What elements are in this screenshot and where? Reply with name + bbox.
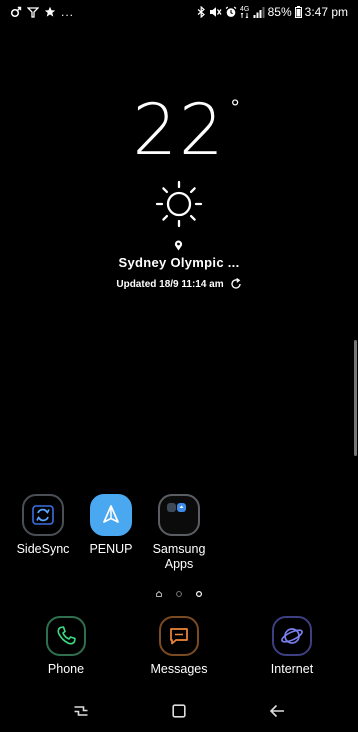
more-notifications: ...	[61, 5, 75, 19]
recent-apps-icon[interactable]	[70, 700, 92, 722]
navigation-bar	[0, 688, 358, 732]
dock-phone[interactable]: Phone	[26, 616, 106, 677]
back-icon[interactable]	[266, 700, 288, 722]
star-icon	[44, 6, 56, 18]
refresh-icon[interactable]	[230, 278, 242, 290]
signal-icon	[253, 6, 265, 18]
page-indicator	[0, 584, 358, 598]
mars-icon	[10, 6, 22, 18]
dock-label: Internet	[270, 662, 314, 676]
lte-icon: 4G	[240, 6, 250, 18]
home-icon[interactable]	[168, 700, 190, 722]
temperature-display: 22 °	[132, 95, 239, 165]
dock-internet[interactable]: Internet	[252, 616, 332, 677]
weather-updated-row: Updated 18/9 11:14 am	[0, 278, 358, 290]
dock-messages[interactable]: Messages	[139, 616, 219, 677]
wifi-calling-icon	[27, 6, 39, 18]
location-pin-icon	[174, 238, 183, 256]
internet-icon	[272, 616, 312, 656]
battery-percent: 85%	[267, 5, 292, 19]
sidesync-icon	[22, 494, 64, 536]
status-bar-left: ...	[10, 5, 74, 19]
home-page-indicator-icon[interactable]	[156, 584, 162, 597]
weather-updated-text: Updated 18/9 11:14 am	[116, 278, 224, 290]
temperature: 22	[132, 89, 226, 171]
mute-icon	[209, 6, 222, 18]
alarm-icon	[225, 6, 237, 18]
penup-icon	[90, 494, 132, 536]
page-dot[interactable]	[176, 584, 182, 597]
status-bar: ... 4G 85% 3:47 pm	[0, 0, 358, 28]
messages-icon	[159, 616, 199, 656]
weather-location: Sydney Olympic ...	[118, 255, 240, 270]
app-label: Samsung Apps	[152, 542, 206, 571]
app-samsung-apps[interactable]: Samsung Apps	[139, 494, 219, 572]
page-dot-active[interactable]	[195, 584, 203, 598]
bluetooth-icon	[197, 6, 206, 18]
weather-widget[interactable]: 22 ° Sydney Olympic ... Updated 18/9 11:…	[0, 95, 358, 290]
sun-icon	[154, 179, 204, 234]
phone-icon	[46, 616, 86, 656]
battery-icon	[294, 6, 302, 18]
samsung-apps-icon	[158, 494, 200, 536]
clock: 3:47 pm	[304, 5, 348, 19]
edge-panel-handle[interactable]	[354, 340, 357, 456]
status-bar-right: 4G 85% 3:47 pm	[197, 5, 348, 19]
degree-symbol: °	[230, 95, 240, 120]
dock-label: Messages	[150, 662, 208, 676]
dock-label: Phone	[47, 662, 85, 676]
